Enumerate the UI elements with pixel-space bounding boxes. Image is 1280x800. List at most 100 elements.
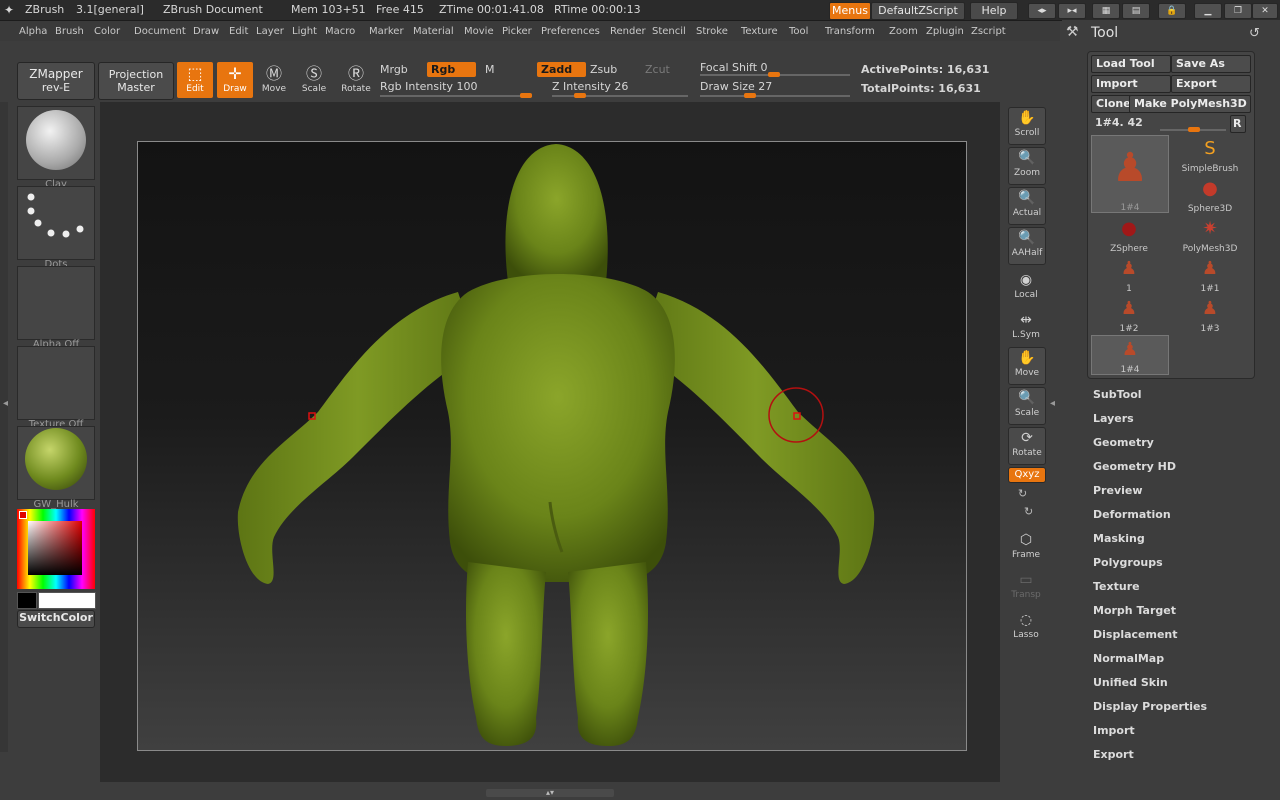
lsym-button[interactable]: ⇹ L.Sym [1008, 310, 1044, 346]
projection-master-button[interactable]: Projection Master [98, 62, 174, 100]
saturation-square[interactable] [28, 521, 82, 575]
rgb-intensity-knob[interactable] [520, 93, 532, 98]
make-polymesh-button[interactable]: Make PolyMesh3D [1129, 95, 1251, 113]
section-masking[interactable]: Masking [1093, 532, 1145, 545]
color-marker[interactable] [19, 511, 27, 519]
menu-layer[interactable]: Layer [256, 26, 284, 37]
draw-size-knob[interactable] [744, 93, 756, 98]
section-normalmap[interactable]: NormalMap [1093, 652, 1164, 665]
z-intensity-slider[interactable] [552, 93, 688, 98]
reset-icon[interactable]: ↺ [1249, 26, 1260, 41]
left-tray-handle[interactable] [0, 102, 8, 752]
scale-tool-button[interactable]: Ⓢ Scale [296, 62, 332, 98]
section-geometry-hd[interactable]: Geometry HD [1093, 460, 1176, 473]
scroll-right-icon[interactable]: ▸◂ [1058, 3, 1086, 19]
menu-picker[interactable]: Picker [502, 26, 532, 37]
left-tray-arrow-icon[interactable]: ◂ [3, 398, 11, 418]
menu-macro[interactable]: Macro [325, 26, 355, 37]
tool-thumb-1-4[interactable]: ♟ 1#4 [1091, 335, 1169, 375]
zoom-button[interactable]: 🔍 Zoom [1008, 147, 1046, 185]
section-displacement[interactable]: Displacement [1093, 628, 1178, 641]
section-morph-target[interactable]: Morph Target [1093, 604, 1176, 617]
section-deformation[interactable]: Deformation [1093, 508, 1171, 521]
menu-render[interactable]: Render [610, 26, 646, 37]
menu-zplugin[interactable]: Zplugin [926, 26, 964, 37]
menu-alpha[interactable]: Alpha [19, 26, 47, 37]
import-button[interactable]: Import [1091, 75, 1171, 93]
section-geometry[interactable]: Geometry [1093, 436, 1154, 449]
section-texture[interactable]: Texture [1093, 580, 1140, 593]
mrgb-button[interactable]: Mrgb [380, 63, 408, 76]
scroll-left-icon[interactable]: ◂▸ [1028, 3, 1056, 19]
draw-size-slider[interactable] [700, 93, 850, 98]
menu-preferences[interactable]: Preferences [541, 26, 600, 37]
lock-icon[interactable]: 🔒 [1158, 3, 1186, 19]
menu-zscript[interactable]: Zscript [971, 26, 1006, 37]
tool-thumb-1-1[interactable]: ♟ 1#1 [1172, 255, 1248, 294]
save-as-button[interactable]: Save As [1171, 55, 1251, 73]
menu-draw[interactable]: Draw [193, 26, 219, 37]
scale-view-button[interactable]: 🔍 Scale [1008, 387, 1046, 425]
m-button[interactable]: M [485, 63, 495, 76]
load-tool-button[interactable]: Load Tool [1091, 55, 1171, 73]
menu-brush[interactable]: Brush [55, 26, 84, 37]
rotate-tool-button[interactable]: Ⓡ Rotate [338, 62, 374, 98]
tool-thumb-sphere3d[interactable]: ● Sphere3D [1172, 175, 1248, 214]
rotate-view-button[interactable]: ⟳ Rotate [1008, 427, 1046, 465]
zcut-button[interactable]: Zcut [645, 63, 670, 76]
rotate-y-icon[interactable]: ↻ [1018, 487, 1034, 501]
switch-color-button[interactable]: SwitchColor [17, 610, 95, 628]
aahalf-button[interactable]: 🔍 AAHalf [1008, 227, 1046, 265]
section-polygroups[interactable]: Polygroups [1093, 556, 1163, 569]
menu-transform[interactable]: Transform [825, 26, 875, 37]
primary-color-swatch[interactable] [38, 592, 96, 609]
section-layers[interactable]: Layers [1093, 412, 1134, 425]
transp-button[interactable]: ▭ Transp [1008, 570, 1044, 606]
menu-edit[interactable]: Edit [229, 26, 248, 37]
section-preview[interactable]: Preview [1093, 484, 1143, 497]
menu-tool[interactable]: Tool [789, 26, 808, 37]
restore-icon[interactable]: ❐ [1224, 3, 1252, 19]
section-import[interactable]: Import [1093, 724, 1135, 737]
minimize-icon[interactable]: ▁ [1194, 3, 1222, 19]
edit-tool-button[interactable]: ⬚ Edit [177, 62, 213, 98]
qxyz-button[interactable]: Qxyz [1008, 467, 1046, 483]
document-viewport[interactable] [137, 141, 967, 751]
r-button[interactable]: R [1230, 115, 1246, 133]
texture-tile[interactable]: Texture Off [17, 346, 95, 430]
tool-thumb-1-2[interactable]: ♟ 1#2 [1091, 295, 1167, 334]
move-tool-button[interactable]: Ⓜ Move [256, 62, 292, 98]
menu-light[interactable]: Light [292, 26, 317, 37]
menu-stroke[interactable]: Stroke [696, 26, 728, 37]
stroke-dots-tile[interactable]: Dots [17, 186, 95, 270]
menu-movie[interactable]: Movie [464, 26, 494, 37]
section-display-properties[interactable]: Display Properties [1093, 700, 1207, 713]
menu-stencil[interactable]: Stencil [652, 26, 686, 37]
focal-shift-slider[interactable] [700, 72, 850, 77]
rgb-button[interactable]: Rgb [427, 62, 476, 77]
scroll-button[interactable]: ✋ Scroll [1008, 107, 1046, 145]
bottom-tray-handle[interactable]: ▴▾ [486, 789, 614, 797]
tool-slider[interactable] [1160, 127, 1226, 132]
section-unified-skin[interactable]: Unified Skin [1093, 676, 1168, 689]
export-button[interactable]: Export [1171, 75, 1251, 93]
menu-zoom[interactable]: Zoom [889, 26, 918, 37]
menu-marker[interactable]: Marker [369, 26, 404, 37]
rotate-z-icon[interactable]: ↻ [1024, 505, 1040, 519]
zsub-button[interactable]: Zsub [590, 63, 617, 76]
help-button[interactable]: Help [970, 2, 1018, 20]
tool-thumb-simplebrush[interactable]: S SimpleBrush [1172, 135, 1248, 174]
tool-thumb-current[interactable]: ♟ 1#4 [1091, 135, 1169, 213]
layout-1-icon[interactable]: ▦ [1092, 3, 1120, 19]
default-zscript-button[interactable]: DefaultZScript [871, 2, 965, 20]
menu-texture[interactable]: Texture [741, 26, 778, 37]
lasso-button[interactable]: ◌ Lasso [1008, 610, 1044, 646]
menu-document[interactable]: Document [134, 26, 186, 37]
tool-thumb-zsphere[interactable]: ● ZSphere [1091, 215, 1167, 254]
material-tile[interactable]: GW_Hulk [17, 426, 95, 510]
menu-color[interactable]: Color [94, 26, 120, 37]
menus-button[interactable]: Menus [829, 2, 871, 20]
tool-slider-knob[interactable] [1188, 127, 1200, 132]
actual-button[interactable]: 🔍 Actual [1008, 187, 1046, 225]
rgb-intensity-slider[interactable] [380, 93, 532, 98]
